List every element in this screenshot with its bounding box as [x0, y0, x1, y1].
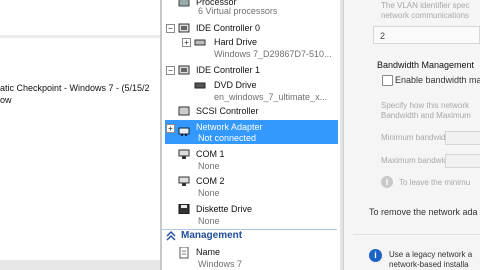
minimum-bandwidth-input[interactable] [445, 131, 480, 145]
bandwidth-desc-line2: Bandwidth and Maximum [381, 111, 471, 120]
name-icon [178, 246, 190, 259]
serial-port-icon [178, 176, 190, 186]
info-icon: i [381, 176, 393, 188]
checkpoints-toolbar-area [0, 0, 160, 50]
vlan-desc-line1: The VLAN identifier spec [381, 1, 470, 10]
minimum-bandwidth-label: Minimum bandwidth: [381, 133, 455, 142]
collapse-chevron-icon[interactable] [166, 230, 178, 241]
serial-port-icon [178, 149, 190, 159]
bandwidth-management-heading: Bandwidth Management [377, 60, 475, 70]
bandwidth-desc-line1: Specify how this network [381, 101, 470, 110]
diskette-drive-icon [178, 203, 190, 215]
management-divider [162, 229, 337, 230]
section-divider [353, 234, 480, 235]
settings-pane: The VLAN identifier spec network communi… [343, 0, 480, 270]
vlan-id-input[interactable]: 2 [373, 26, 480, 44]
horizontal-scrollbar[interactable] [0, 260, 160, 270]
leave-minimum-text: To leave the minimu [399, 178, 471, 187]
now-item[interactable]: ow [0, 95, 12, 105]
pane-divider [0, 35, 160, 38]
legacy-adapter-line2: network-based installa [389, 260, 469, 269]
checkpoint-item[interactable]: atic Checkpoint - Windows 7 - (5/15/2 [0, 83, 150, 93]
info-icon: i [369, 249, 382, 262]
hyper-v-settings-window: atic Checkpoint - Windows 7 - (5/15/2 ow… [0, 0, 480, 270]
vlan-desc-line2: network communications [381, 11, 470, 20]
legacy-adapter-line1: Use a legacy network a [389, 250, 473, 259]
maximum-bandwidth-input[interactable] [445, 154, 480, 168]
settings-pane-border [343, 0, 344, 270]
remove-adapter-text: To remove the network ada [369, 207, 478, 217]
enable-bandwidth-checkbox[interactable] [382, 75, 393, 86]
enable-bandwidth-label: Enable bandwidth ma [395, 75, 480, 85]
checkpoints-pane: atic Checkpoint - Windows 7 - (5/15/2 ow [0, 0, 160, 270]
